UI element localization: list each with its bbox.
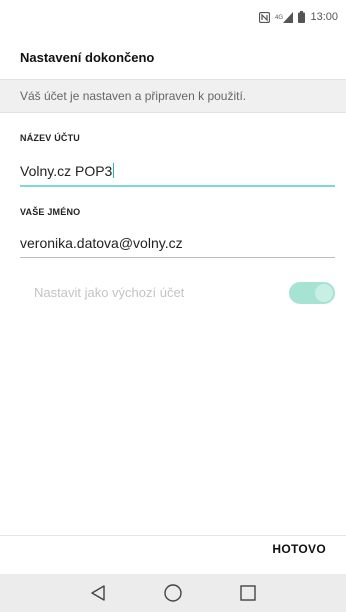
your-name-label: VAŠE JMÉNO <box>20 207 81 217</box>
account-name-field[interactable]: Volny.cz POP3 <box>20 163 335 187</box>
back-icon[interactable] <box>84 579 112 607</box>
account-name-label: NÁZEV ÚČTU <box>20 133 80 143</box>
done-button[interactable]: HOTOVO <box>272 542 326 556</box>
page-title: Nastavení dokončeno <box>20 50 155 65</box>
default-account-toggle[interactable] <box>289 282 335 304</box>
default-account-label: Nastavit jako výchozí účet <box>34 285 185 300</box>
recents-icon[interactable] <box>234 579 262 607</box>
status-bar: 4G 13:00 <box>0 0 346 34</box>
battery-icon <box>298 11 306 23</box>
signal-icon: 4G <box>275 11 294 23</box>
your-name-value: veronika.datova@volny.cz <box>20 235 183 251</box>
status-time: 13:00 <box>310 11 338 23</box>
email-setup-complete-screen: 4G 13:00 Nastavení dokončeno Váš účet je… <box>0 0 346 612</box>
system-nav-bar <box>0 574 346 612</box>
nfc-icon <box>259 11 271 23</box>
toggle-knob <box>315 284 333 302</box>
footer-divider <box>0 535 346 536</box>
your-name-field[interactable]: veronika.datova@volny.cz <box>20 235 335 258</box>
svg-text:4G: 4G <box>275 15 283 21</box>
default-account-row[interactable]: Nastavit jako výchozí účet <box>20 282 335 304</box>
account-name-value: Volny.cz POP3 <box>20 163 113 179</box>
text-cursor <box>113 163 115 178</box>
info-message: Váš účet je nastaven a připraven k použi… <box>0 79 346 113</box>
home-icon[interactable] <box>159 579 187 607</box>
